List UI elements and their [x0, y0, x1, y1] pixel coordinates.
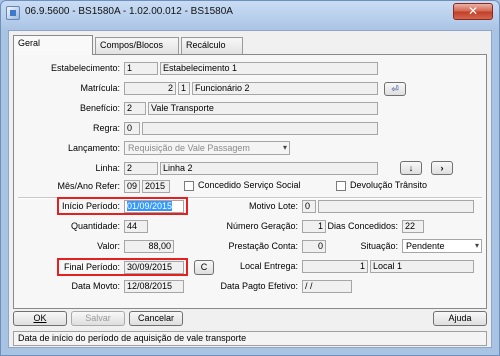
next-arrow-button[interactable]: › — [431, 161, 453, 175]
motivo-lote-label: Motivo Lote: — [248, 201, 298, 211]
mes-ano-refer-label: Mês/Ano Refer: — [57, 181, 120, 191]
final-periodo-c-button[interactable]: C — [194, 260, 214, 275]
devolucao-transito-label: Devolução Trânsito — [350, 180, 428, 190]
valor-label: Valor: — [97, 241, 120, 251]
valor-field[interactable]: 88,00 — [124, 240, 174, 253]
inicio-periodo-label: Início Período: — [61, 201, 120, 211]
estabelecimento-code-field[interactable]: 1 — [124, 62, 158, 75]
linha-code-field[interactable]: 2 — [124, 162, 158, 175]
window-client-area: Geral Compos/Blocos Recálculo Estabeleci… — [8, 30, 492, 348]
situacao-dropdown[interactable]: Pendente ▾ — [402, 239, 482, 253]
lancamento-dropdown[interactable]: Requisição de Vale Passagem ▾ — [124, 141, 290, 155]
lancamento-value: Requisição de Vale Passagem — [128, 143, 250, 153]
matricula-name-field: Funcionário 2 — [192, 82, 378, 95]
ok-button-label: OK — [33, 313, 47, 323]
ajuda-button-label: Ajuda — [448, 313, 472, 323]
local-entrega-name-field: Local 1 — [370, 260, 474, 273]
salvar-button-label: Salvar — [85, 313, 111, 323]
estabelecimento-label: Estabelecimento: — [50, 63, 120, 73]
final-periodo-label: Final Período: — [63, 262, 120, 272]
local-entrega-label: Local Entrega: — [239, 261, 298, 271]
concedido-servico-social-checkbox[interactable] — [184, 181, 194, 191]
quantidade-label: Quantidade: — [70, 221, 120, 231]
tab-recalculo[interactable]: Recálculo — [181, 37, 243, 54]
final-periodo-field[interactable]: 30/09/2015 — [124, 261, 184, 274]
tab-panel-geral: Estabelecimento: 1 Estabelecimento 1 Mat… — [13, 54, 487, 309]
tab-compos-blocos[interactable]: Compos/Blocos — [95, 37, 179, 54]
dias-concedidos-label: Dias Concedidos: — [327, 221, 398, 231]
inicio-periodo-field[interactable]: 01/09/2015 — [124, 200, 184, 213]
matricula-number-field[interactable]: 2 — [124, 82, 176, 95]
tab-geral[interactable]: Geral — [13, 35, 93, 55]
quantidade-field[interactable]: 44 — [124, 220, 148, 233]
numero-geracao-field[interactable]: 1 — [302, 220, 326, 233]
regra-code-field[interactable]: 0 — [124, 122, 140, 135]
data-pagto-efetivo-label: Data Pagto Efetivo: — [220, 281, 298, 291]
chevron-down-icon: ▾ — [474, 241, 479, 250]
local-entrega-code-field[interactable]: 1 — [302, 260, 368, 273]
ajuda-button[interactable]: Ajuda — [433, 311, 487, 326]
situacao-label: Situação: — [360, 241, 398, 251]
linha-name-field: Linha 2 — [160, 162, 378, 175]
situacao-value: Pendente — [406, 241, 445, 251]
beneficio-label: Benefício: — [79, 103, 120, 113]
regra-label: Regra: — [92, 123, 120, 133]
estabelecimento-name-field: Estabelecimento 1 — [160, 62, 378, 75]
motivo-lote-code-field[interactable]: 0 — [302, 200, 316, 213]
dias-concedidos-field[interactable]: 22 — [402, 220, 424, 233]
devolucao-transito-checkbox[interactable] — [336, 181, 346, 191]
status-bar: Data de início do período de aquisição d… — [13, 331, 487, 346]
data-pagto-efetivo-field[interactable]: / / — [302, 280, 352, 293]
beneficio-code-field[interactable]: 2 — [124, 102, 146, 115]
enter-icon-button[interactable]: ⏎ — [384, 82, 406, 96]
prestacao-conta-label: Prestação Conta: — [228, 241, 298, 251]
down-arrow-button[interactable]: ↓ — [400, 161, 422, 175]
lancamento-label: Lançamento: — [67, 143, 120, 153]
inicio-periodo-value: 01/09/2015 — [127, 201, 173, 211]
application-window: 06.9.5600 - BS1580A - 1.02.00.012 - BS15… — [0, 0, 500, 356]
ano-refer-field[interactable]: 2015 — [142, 180, 170, 193]
concedido-servico-social-label: Concedido Serviço Social — [198, 180, 301, 190]
data-movto-label: Data Movto: — [71, 281, 120, 291]
regra-description-field — [142, 122, 378, 135]
window-title: 06.9.5600 - BS1580A - 1.02.00.012 - BS15… — [25, 6, 233, 17]
title-bar: 06.9.5600 - BS1580A - 1.02.00.012 - BS15… — [1, 1, 499, 25]
salvar-button[interactable]: Salvar — [71, 311, 125, 326]
data-movto-field[interactable]: 12/08/2015 — [124, 280, 184, 293]
matricula-digit-field[interactable]: 1 — [178, 82, 190, 95]
ok-button[interactable]: OK — [13, 311, 67, 326]
matricula-label: Matrícula: — [80, 83, 120, 93]
prestacao-conta-field[interactable]: 0 — [302, 240, 326, 253]
motivo-lote-description-field — [318, 200, 474, 213]
cancelar-button-label: Cancelar — [137, 313, 175, 323]
linha-label: Linha: — [95, 163, 120, 173]
close-button[interactable]: ✕ — [453, 3, 493, 20]
mes-refer-field[interactable]: 09 — [124, 180, 140, 193]
beneficio-name-field: Vale Transporte — [148, 102, 378, 115]
chevron-down-icon: ▾ — [282, 143, 287, 152]
numero-geracao-label: Número Geração: — [226, 221, 298, 231]
cancelar-button[interactable]: Cancelar — [129, 311, 183, 326]
app-icon — [6, 6, 20, 20]
